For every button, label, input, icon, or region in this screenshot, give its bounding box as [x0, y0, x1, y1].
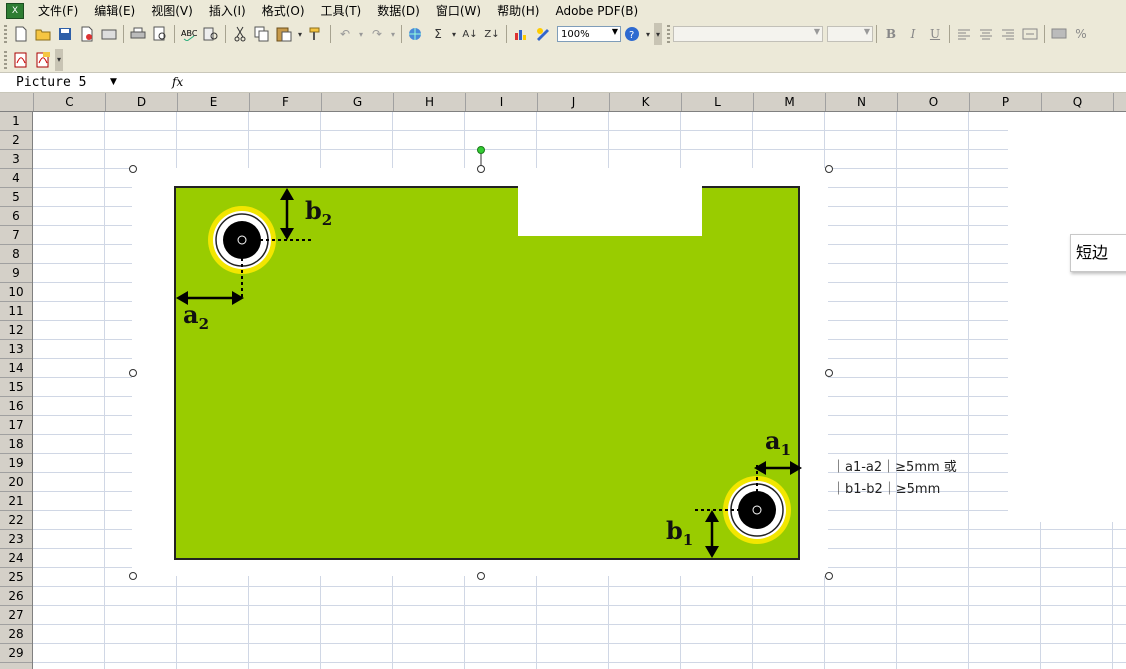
resize-handle-left[interactable] — [129, 369, 137, 377]
label-a2: a2 — [183, 300, 209, 333]
mounting-hole-top-left — [208, 206, 312, 300]
label-b1-subscript: 1 — [682, 530, 694, 549]
resize-handle-top[interactable] — [477, 165, 485, 173]
resize-handle-bottom-right[interactable] — [825, 572, 833, 580]
dimension-arrow-a1 — [754, 461, 802, 475]
note-line-1: ｜a1-a2｜≥5mm 或 — [832, 460, 957, 475]
dimension-arrow-b2 — [280, 188, 294, 240]
short-side-popup[interactable]: 短边 — [1070, 234, 1126, 272]
mounting-hole-bottom-right — [695, 465, 791, 544]
label-a2-text: a — [183, 300, 199, 329]
label-b2-text: b — [305, 196, 322, 225]
label-a1: a1 — [765, 426, 791, 459]
label-b1: b1 — [666, 516, 693, 549]
label-a2-subscript: 2 — [198, 314, 209, 333]
resize-handle-top-left[interactable] — [129, 165, 137, 173]
label-b1-text: b — [666, 516, 683, 545]
dimension-arrow-b1 — [705, 510, 719, 558]
resize-handle-bottom[interactable] — [477, 572, 485, 580]
resize-handle-right[interactable] — [825, 369, 833, 377]
label-b2-subscript: 2 — [321, 210, 333, 229]
label-b2: b2 — [305, 196, 332, 229]
resize-handle-top-right[interactable] — [825, 165, 833, 173]
note-line-2: ｜b1-b2｜≥5mm — [832, 482, 941, 497]
label-a1-text: a — [765, 426, 781, 455]
label-a1-subscript: 1 — [780, 440, 791, 459]
rotate-handle — [477, 146, 485, 154]
resize-handle-bottom-left[interactable] — [129, 572, 137, 580]
picture-drawing — [176, 146, 802, 558]
